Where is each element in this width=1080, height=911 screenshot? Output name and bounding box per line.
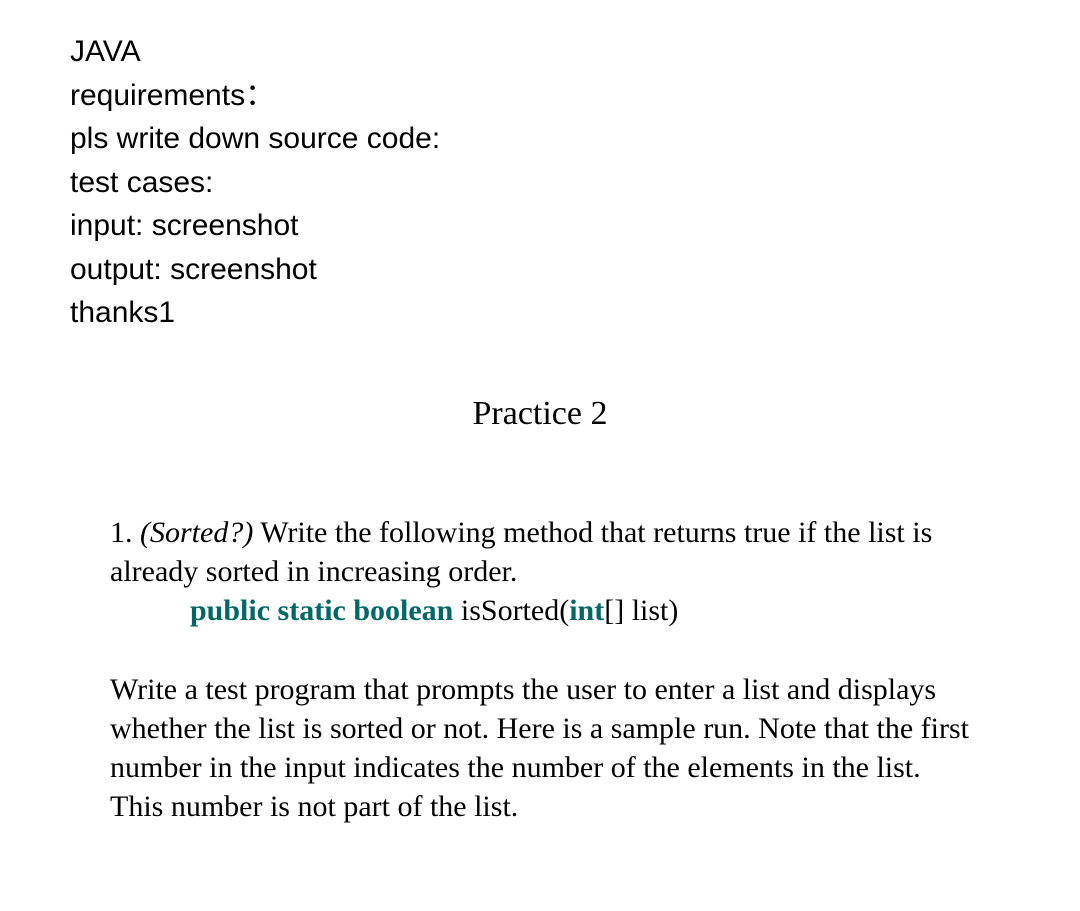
intro-line-5: input: screenshot [70, 204, 1010, 248]
keyword-modifiers: public static boolean [190, 594, 453, 627]
problem-description: Write a test program that prompts the us… [110, 670, 970, 826]
intro-line-2: requirements： [70, 74, 1010, 118]
problem-block: 1. (Sorted?) Write the following method … [70, 513, 1010, 826]
problem-number: 1. [110, 516, 140, 549]
intro-line-1: JAVA [70, 30, 1010, 74]
problem-intro: 1. (Sorted?) Write the following method … [110, 513, 970, 591]
method-rest: [] list) [604, 594, 678, 627]
keyword-type: int [569, 594, 604, 627]
intro-block: JAVA requirements： pls write down source… [70, 30, 1010, 335]
problem-label: (Sorted?) [140, 516, 253, 549]
intro-line-6: output: screenshot [70, 248, 1010, 292]
practice-title: Practice 2 [70, 395, 1010, 433]
intro-line-4: test cases: [70, 161, 1010, 205]
method-name: isSorted( [453, 594, 569, 627]
method-signature: public static boolean isSorted(int[] lis… [110, 591, 970, 630]
intro-line-7: thanks1 [70, 291, 1010, 335]
intro-line-3: pls write down source code: [70, 117, 1010, 161]
